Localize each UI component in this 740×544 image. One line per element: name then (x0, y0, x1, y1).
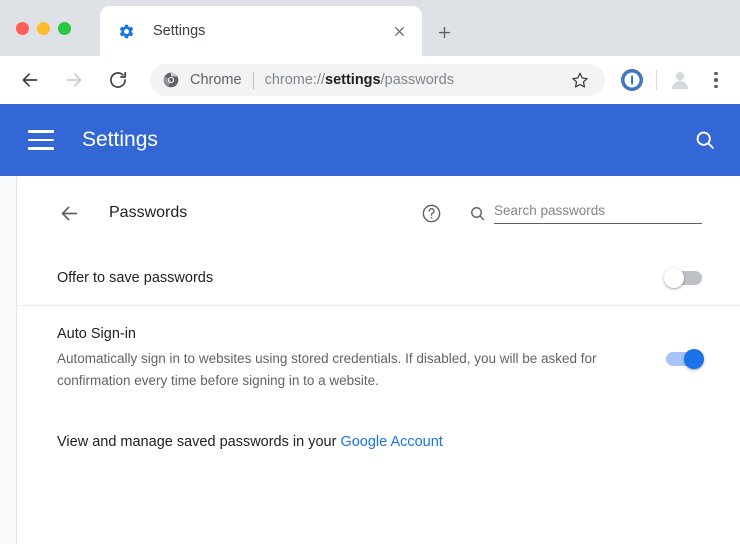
search-icon (468, 204, 486, 222)
profile-avatar-icon[interactable] (666, 66, 694, 94)
back-arrow-icon[interactable] (57, 201, 81, 225)
omnibox-url: chrome://settings/passwords (265, 72, 561, 88)
window-close-button[interactable] (16, 22, 29, 35)
omnibox-divider (252, 71, 254, 89)
settings-app-bar: Settings (0, 104, 740, 176)
url-suffix: /passwords (380, 72, 454, 88)
google-account-link[interactable]: Google Account (340, 434, 442, 450)
menu-dot (714, 71, 718, 76)
back-arrow-icon[interactable] (13, 63, 47, 97)
tab-settings[interactable]: Settings (100, 6, 422, 56)
address-bar[interactable]: Chrome chrome://settings/passwords (150, 64, 605, 96)
setting-label: Auto Sign-in (57, 326, 136, 342)
manage-passwords-row: View and manage saved passwords in your … (17, 412, 740, 450)
window-maximize-button[interactable] (58, 22, 71, 35)
forward-arrow-icon (57, 63, 91, 97)
passwords-search-field (468, 202, 702, 224)
toggle-knob (664, 267, 684, 288)
search-input[interactable] (494, 202, 702, 224)
tab-title: Settings (153, 23, 206, 39)
new-tab-button[interactable] (430, 18, 458, 46)
passwords-card: Passwords Search passwords Offer to save… (16, 176, 740, 544)
settings-page-body: Passwords Search passwords Offer to save… (0, 176, 740, 544)
page-title: Passwords (109, 204, 188, 221)
setting-row-offer-to-save-passwords: Offer to save passwords (17, 250, 740, 306)
setting-text: Offer to save passwords (57, 270, 666, 286)
setting-label: Offer to save passwords (57, 269, 214, 286)
menu-dot (714, 78, 718, 82)
url-prefix: chrome:// (264, 72, 326, 88)
url-emphasis: settings (325, 72, 381, 88)
browser-toolbar: Chrome chrome://settings/passwords (0, 56, 740, 104)
window-minimize-button[interactable] (37, 22, 50, 35)
chrome-logo-icon (162, 71, 180, 89)
hamburger-line (28, 147, 54, 150)
hamburger-menu-icon[interactable] (28, 130, 54, 150)
offer-to-save-passwords-toggle[interactable] (664, 267, 702, 288)
settings-title: Settings (82, 128, 158, 151)
three-dot-menu-icon[interactable] (702, 66, 730, 94)
setting-text: Auto Sign-in Automatically sign in to we… (57, 326, 666, 392)
tab-strip: Settings (0, 0, 740, 56)
auto-sign-in-toggle[interactable] (666, 348, 704, 369)
search-icon[interactable] (692, 127, 718, 153)
setting-row-auto-sign-in: Auto Sign-in Automatically sign in to we… (17, 306, 740, 412)
hamburger-line (28, 130, 54, 133)
gear-icon (118, 23, 135, 40)
setting-description: Automatically sign in to websites using … (57, 351, 597, 388)
hamburger-line (28, 138, 54, 142)
window-traffic-lights (16, 22, 71, 35)
close-icon[interactable] (386, 18, 412, 44)
browser-window: Settings Chrome chrome://settings/passwo… (0, 0, 740, 544)
reload-icon[interactable] (101, 63, 135, 97)
manage-passwords-text: View and manage saved passwords in your (57, 433, 341, 450)
help-circle-icon[interactable] (420, 202, 442, 224)
toggle-knob (684, 348, 704, 369)
menu-dot (714, 84, 718, 89)
passwords-sub-header: Passwords (17, 176, 740, 250)
omnibox-site-chip: Chrome (190, 72, 242, 88)
onepassword-extension-icon[interactable] (617, 65, 647, 95)
toolbar-divider (656, 70, 657, 90)
star-icon[interactable] (567, 67, 593, 93)
